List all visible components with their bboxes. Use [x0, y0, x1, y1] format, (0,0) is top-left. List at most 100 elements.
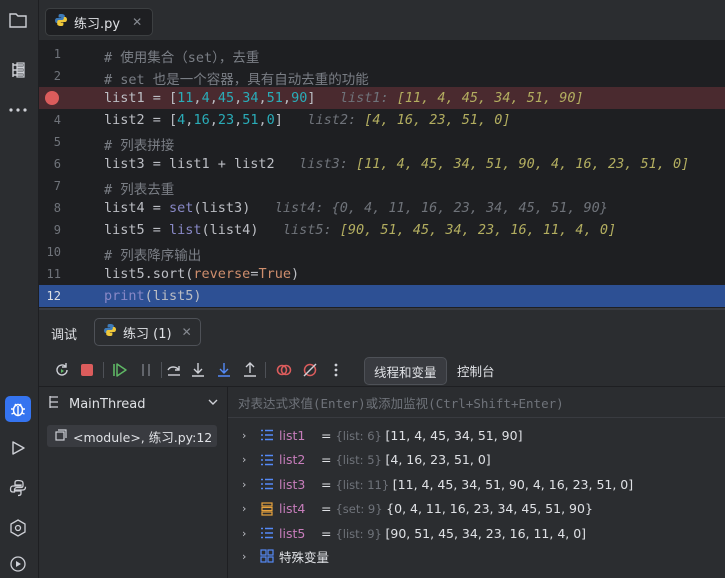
variable-value: [4, 16, 23, 51, 0]: [385, 452, 491, 467]
code-token: # 列表降序输出: [104, 248, 202, 264]
inline-value-hint: [11, 4, 45, 34, 51, 90, 4, 16, 23, 51, 0…: [355, 156, 690, 172]
code-line[interactable]: 6 list3 = list1 + list2 list3: [11, 4, 45…: [39, 153, 725, 175]
python-file-icon: [103, 323, 117, 341]
thread-name: MainThread: [69, 396, 146, 412]
variable-type: {list: 6}: [335, 428, 386, 443]
run-icon[interactable]: [6, 436, 30, 460]
code-token: # 列表去重: [104, 182, 175, 198]
variable-row[interactable]: › list5 = {list: 9} [90, 51, 45, 34, 23, 1…: [228, 522, 725, 544]
chevron-right-icon[interactable]: ›: [242, 502, 246, 515]
code-token: list5.sort(: [104, 266, 194, 282]
code-token: ,: [258, 112, 267, 128]
list-icon: [260, 428, 274, 445]
tab-threads-variables[interactable]: 线程和变量: [364, 357, 447, 385]
code-line[interactable]: 7 # 列表去重: [39, 175, 725, 198]
line-number: 6: [53, 157, 61, 171]
debug-icon[interactable]: [5, 396, 31, 422]
code-token: 0: [266, 112, 275, 128]
mute-breakpoints-icon[interactable]: [299, 359, 321, 381]
code-text: list4 = set(list3) list4: {0, 4, 11, 16,…: [104, 200, 608, 216]
inline-value-hint: [11, 4, 45, 34, 51, 90]: [396, 90, 584, 106]
code-token: ,: [282, 90, 292, 106]
variable-row[interactable]: › list4 = {set: 9} {0, 4, 11, 16, 23, 34, …: [228, 498, 725, 520]
code-token: 23: [217, 112, 235, 128]
debug-session-label: 练习 (1): [123, 326, 172, 342]
thread-selector[interactable]: MainThread: [47, 393, 219, 415]
code-token: ]: [307, 90, 340, 106]
code-line[interactable]: 12 print(list5): [39, 285, 725, 307]
code-text: list3 = list1 + list2 list3: [11, 4, 45,…: [104, 156, 689, 172]
variable-value: {0, 4, 11, 16, 23, 34, 45, 51, 90}: [386, 501, 593, 516]
python-console-icon[interactable]: [6, 476, 30, 500]
rerun-icon[interactable]: [51, 359, 73, 381]
special-variables-row[interactable]: › 特殊变量: [228, 545, 725, 567]
more-icon[interactable]: [6, 98, 30, 122]
folder-icon[interactable]: [6, 8, 30, 32]
code-line[interactable]: 10 # 列表降序输出: [39, 241, 725, 264]
code-token: ]: [274, 112, 308, 128]
variable-type: {list: 11}: [335, 477, 393, 492]
variable-row[interactable]: › list3 = {list: 11} [11, 4, 45, 34, 51, 9…: [228, 473, 725, 495]
code-token: list4 =: [104, 200, 170, 216]
debug-title: 调试: [51, 328, 78, 343]
frame-icon: [55, 428, 67, 444]
code-token: # 列表拼接: [104, 138, 175, 154]
structure-icon[interactable]: [6, 58, 30, 82]
pause-icon[interactable]: [135, 359, 157, 381]
python-packages-icon[interactable]: [6, 516, 30, 540]
debug-session-tab[interactable]: 练习 (1) ✕: [94, 318, 201, 346]
inline-value-hint: [4, 16, 23, 51, 0]: [364, 112, 511, 128]
breakpoint-icon[interactable]: [45, 91, 59, 105]
code-line[interactable]: 2 # set 也是一个容器，具有自动去重的功能: [39, 65, 725, 88]
code-token: 16: [193, 112, 210, 128]
code-text: list2 = [4,16,23,51,0] list2: [4, 16, 23…: [104, 112, 511, 128]
step-over-icon[interactable]: [163, 359, 185, 381]
code-token: list: [169, 222, 202, 238]
variable-row[interactable]: › list1 = {list: 6} [11, 4, 45, 34, 51, 90…: [228, 424, 725, 446]
code-text: # set 也是一个容器，具有自动去重的功能: [104, 68, 369, 88]
chevron-right-icon[interactable]: ›: [242, 429, 246, 442]
code-token: (list5): [144, 288, 202, 304]
chevron-right-icon[interactable]: ›: [242, 527, 246, 540]
code-line[interactable]: 4 list2 = [4,16,23,51,0] list2: [4, 16, 2…: [39, 109, 725, 131]
step-into-icon[interactable]: [187, 359, 209, 381]
more-options-icon[interactable]: [325, 359, 347, 381]
close-icon[interactable]: ✕: [182, 325, 192, 339]
code-line[interactable]: 9 list5 = list(list4) list5: [90, 51, 45,…: [39, 219, 725, 241]
variable-name: list1: [279, 427, 306, 443]
step-out-icon[interactable]: [239, 359, 261, 381]
step-into-my-code-icon[interactable]: [213, 359, 235, 381]
evaluate-expression-input[interactable]: 对表达式求值(Enter)或添加监视(Ctrl+Shift+Enter): [228, 387, 725, 418]
variable-detail: = {list: 9} [90, 51, 45, 34, 23, 16, 11,…: [321, 525, 587, 541]
file-tab-label: 练习.py: [74, 16, 121, 32]
stop-icon[interactable]: [76, 359, 98, 381]
code-text: list5 = list(list4) list5: [90, 51, 45, …: [104, 222, 616, 238]
stack-frame[interactable]: <module>, 练习.py:12: [47, 425, 217, 447]
list-icon: [260, 477, 274, 494]
chevron-down-icon: [207, 396, 219, 412]
code-line[interactable]: 1 # 使用集合（set），去重: [39, 43, 725, 66]
inline-value-hint: list2:: [307, 112, 365, 128]
code-token: ,: [209, 112, 218, 128]
code-line[interactable]: 8 list4 = set(list3) list4: {0, 4, 11, 16…: [39, 197, 725, 219]
resume-icon[interactable]: [109, 359, 131, 381]
chevron-right-icon[interactable]: ›: [242, 478, 246, 491]
code-token: (list4): [201, 222, 283, 238]
code-token: list2 = [: [104, 112, 178, 128]
code-line[interactable]: 11 list5.sort(reverse=True): [39, 263, 725, 285]
code-line[interactable]: list1 = [11,4,45,34,51,90] list1: [11, 4…: [39, 87, 725, 109]
file-tab[interactable]: 练习.py ✕: [45, 8, 154, 36]
code-text: list5.sort(reverse=True): [104, 266, 299, 282]
line-number: 7: [53, 179, 61, 193]
view-breakpoints-icon[interactable]: [273, 359, 295, 381]
code-token: True: [258, 266, 291, 282]
variable-row[interactable]: › list2 = {list: 5} [4, 16, 23, 51, 0]: [228, 449, 725, 471]
chevron-right-icon[interactable]: ›: [242, 453, 246, 466]
code-editor[interactable]: 1 # 使用集合（set），去重 2 # set 也是一个容器，具有自动去重的功能 li…: [39, 41, 725, 307]
line-number: 2: [53, 69, 61, 83]
code-line[interactable]: 5 # 列表拼接: [39, 131, 725, 154]
tab-console[interactable]: 控制台: [448, 357, 504, 383]
debug-panel-header: 调试 练习 (1) ✕: [39, 310, 725, 354]
close-icon[interactable]: ✕: [132, 15, 142, 29]
services-icon[interactable]: [6, 552, 30, 576]
